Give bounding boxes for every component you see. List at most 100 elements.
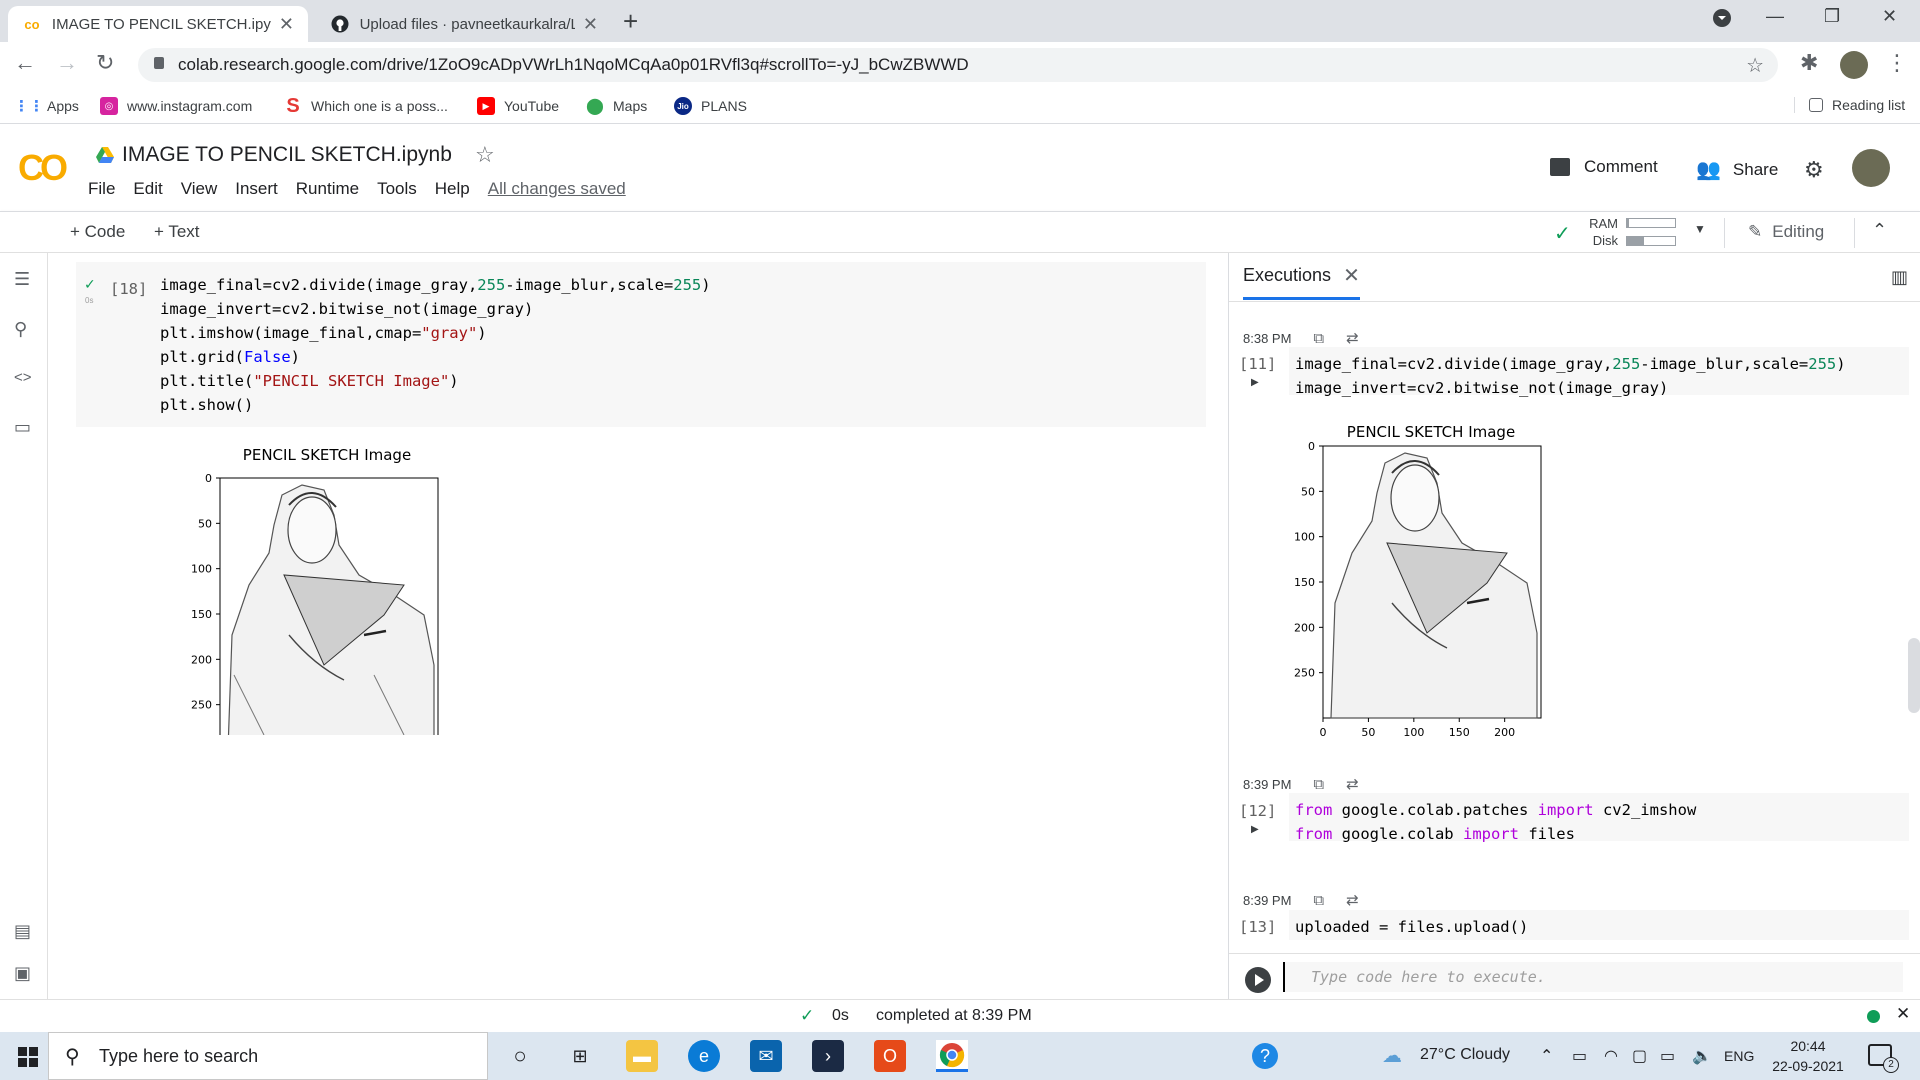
- code-snippets-icon[interactable]: <>: [14, 369, 32, 386]
- executed-code-block[interactable]: image_final=cv2.divide(image_gray,255-im…: [1289, 347, 1909, 397]
- edge-browser-icon[interactable]: e: [688, 1040, 720, 1072]
- bookmark-instagram[interactable]: ◎ www.instagram.com: [100, 97, 252, 115]
- volume-icon[interactable]: 🔈: [1692, 1046, 1712, 1066]
- office-icon[interactable]: O: [874, 1040, 906, 1072]
- tray-display-icon[interactable]: ▭: [1572, 1046, 1587, 1066]
- menu-help[interactable]: Help: [435, 179, 470, 199]
- browser-menu-icon[interactable]: ⋮: [1886, 50, 1908, 76]
- menu-edit[interactable]: Edit: [133, 179, 162, 199]
- file-explorer-icon[interactable]: ▬: [626, 1040, 658, 1072]
- scratch-code-input[interactable]: Type code here to execute.: [1283, 962, 1903, 992]
- cortana-circle-icon[interactable]: ○: [504, 1040, 536, 1072]
- expand-triangle-icon[interactable]: ▶: [1251, 824, 1259, 835]
- window-close-icon[interactable]: ✕: [1882, 6, 1897, 27]
- search-icon[interactable]: ⚲: [14, 319, 27, 340]
- task-view-icon[interactable]: ⊞: [564, 1040, 596, 1072]
- wifi-icon[interactable]: ◠: [1604, 1046, 1618, 1066]
- execution-time-row: 8:38 PM ⧉ ⇄: [1243, 329, 1359, 348]
- reload-icon[interactable]: ↻: [96, 50, 114, 76]
- collapse-header-icon[interactable]: ⌃: [1872, 220, 1887, 241]
- profile-avatar[interactable]: [1840, 51, 1868, 79]
- comment-button[interactable]: Comment: [1550, 157, 1658, 177]
- close-tab-icon[interactable]: ✕: [583, 14, 598, 35]
- menu-view[interactable]: View: [181, 179, 218, 199]
- executed-code-block[interactable]: from google.colab.patches import cv2_ims…: [1289, 793, 1909, 843]
- code-cell[interactable]: ✓ 0s [18] image_final=cv2.divide(image_g…: [76, 262, 1206, 427]
- collapse-arrows-icon[interactable]: ⇄: [1346, 329, 1359, 347]
- exec-plot-ytick-label: 250: [1294, 667, 1315, 680]
- bookmark-maps[interactable]: ⬤ Maps: [586, 97, 647, 115]
- powershell-icon[interactable]: ›: [812, 1040, 844, 1072]
- new-tab-plus-icon[interactable]: +: [623, 6, 638, 37]
- menu-runtime[interactable]: Runtime: [296, 179, 359, 199]
- runtime-dropdown-icon[interactable]: ▼: [1694, 222, 1706, 236]
- split-columns-icon[interactable]: ▥: [1891, 267, 1908, 288]
- notifications-icon[interactable]: 2: [1868, 1044, 1899, 1073]
- menu-insert[interactable]: Insert: [235, 179, 278, 199]
- open-in-notebook-icon[interactable]: ⧉: [1313, 892, 1324, 909]
- menu-file[interactable]: File: [88, 179, 115, 199]
- close-tab-icon[interactable]: ✕: [279, 14, 294, 35]
- reading-list[interactable]: Reading list: [1794, 97, 1905, 113]
- settings-gear-icon[interactable]: ⚙: [1804, 157, 1824, 183]
- add-code-cell-button[interactable]: + Code: [70, 222, 125, 242]
- editing-mode-button[interactable]: ✎ Editing: [1748, 222, 1824, 242]
- taskbar-search-box[interactable]: ⚲ Type here to search: [48, 1032, 488, 1080]
- account-avatar[interactable]: [1852, 149, 1890, 187]
- bookmark-which-one[interactable]: S Which one is a poss...: [284, 95, 448, 117]
- colab-logo[interactable]: CO: [18, 147, 68, 189]
- share-button[interactable]: 👥 Share: [1696, 157, 1778, 182]
- weather-text[interactable]: 27°C Cloudy: [1420, 1046, 1510, 1064]
- bookmark-apps[interactable]: ⋮⋮ Apps: [14, 97, 79, 115]
- add-text-cell-button[interactable]: + Text: [154, 222, 200, 242]
- command-palette-icon[interactable]: ▤: [14, 921, 31, 942]
- url-field[interactable]: colab.research.google.com/drive/1ZoO9cAD…: [138, 48, 1778, 82]
- executions-scrollbar[interactable]: [1908, 638, 1920, 713]
- chrome-icon[interactable]: [936, 1040, 968, 1072]
- terminal-icon[interactable]: ▣: [14, 963, 31, 984]
- close-status-icon[interactable]: ✕: [1896, 1004, 1910, 1024]
- meet-now-icon[interactable]: ▢: [1632, 1046, 1647, 1066]
- extensions-puzzle-icon[interactable]: ✱: [1800, 50, 1818, 76]
- mail-icon[interactable]: ✉: [750, 1040, 782, 1072]
- main-plot-ytick-label: 200: [191, 653, 212, 666]
- help-icon[interactable]: ?: [1252, 1043, 1278, 1069]
- back-arrow-icon[interactable]: ←: [14, 50, 36, 76]
- left-sidebar: ☰ ⚲ <> ▭ ▤ ▣: [0, 253, 48, 999]
- restore-icon[interactable]: ❐: [1824, 6, 1840, 27]
- collapse-arrows-icon[interactable]: ⇄: [1346, 775, 1359, 793]
- bookmark-plans[interactable]: Jio PLANS: [674, 97, 747, 115]
- open-in-notebook-icon[interactable]: ⧉: [1313, 330, 1324, 347]
- windows-start-icon[interactable]: [18, 1047, 38, 1067]
- tray-chevron-icon[interactable]: ⌃: [1540, 1046, 1553, 1066]
- save-status-link[interactable]: All changes saved: [488, 179, 626, 199]
- forward-arrow-icon[interactable]: →: [56, 50, 78, 76]
- star-notebook-icon[interactable]: ☆: [475, 142, 495, 168]
- clock[interactable]: 20:44 22-09-2021: [1770, 1036, 1846, 1076]
- executed-code-block[interactable]: uploaded = files.upload(): [1289, 910, 1909, 940]
- exec-plot-ytick-label: 200: [1294, 621, 1315, 634]
- menu-tools[interactable]: Tools: [377, 179, 417, 199]
- run-play-icon[interactable]: [1245, 967, 1271, 993]
- resource-monitor[interactable]: RAM Disk: [1570, 215, 1618, 249]
- bookmark-youtube[interactable]: ▶ YouTube: [477, 97, 559, 115]
- profile-dropdown-icon[interactable]: [1712, 8, 1732, 33]
- language-indicator[interactable]: ENG: [1724, 1048, 1754, 1064]
- bookmark-label: Maps: [613, 98, 648, 114]
- table-of-contents-icon[interactable]: ☰: [14, 269, 30, 290]
- notebook-title[interactable]: IMAGE TO PENCIL SKETCH.ipynb: [96, 143, 452, 167]
- battery-icon[interactable]: ▭: [1660, 1046, 1675, 1066]
- tab-colab-notebook[interactable]: co IMAGE TO PENCIL SKETCH.ipynb ✕: [8, 6, 308, 42]
- executions-tab[interactable]: Executions ✕: [1243, 263, 1360, 300]
- open-in-notebook-icon[interactable]: ⧉: [1313, 776, 1324, 793]
- colab-status-bar: ✓ 0s completed at 8:39 PM ✕: [0, 999, 1920, 1032]
- expand-triangle-icon[interactable]: ▶: [1251, 377, 1259, 388]
- tab-github-upload[interactable]: Upload files · pavneetkaurkalra/L ✕: [316, 6, 612, 42]
- close-panel-icon[interactable]: ✕: [1343, 263, 1360, 288]
- collapse-arrows-icon[interactable]: ⇄: [1346, 891, 1359, 909]
- code-editor[interactable]: image_final=cv2.divide(image_gray,255-im…: [160, 273, 711, 417]
- minimize-icon[interactable]: —: [1766, 6, 1784, 27]
- files-folder-icon[interactable]: ▭: [14, 417, 31, 438]
- status-completed[interactable]: completed at 8:39 PM: [876, 1007, 1032, 1025]
- bookmark-star-icon[interactable]: ☆: [1746, 53, 1764, 78]
